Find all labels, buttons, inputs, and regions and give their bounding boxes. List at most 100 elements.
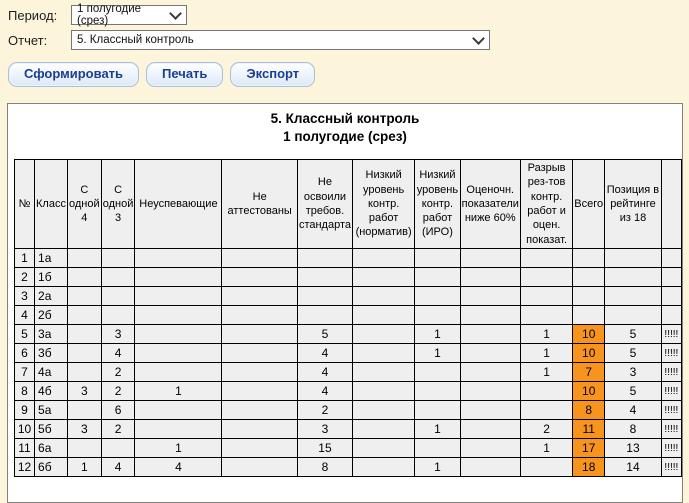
- warning-cell: !!!!!: [660, 400, 683, 420]
- table-cell: [519, 305, 574, 325]
- table-cell: 2: [100, 381, 136, 401]
- warning-cell: !!!!!: [660, 438, 683, 458]
- table-cell: [296, 305, 353, 325]
- report-controls: Период: 1 полугодие (срез) Отчет: 5. Кла…: [0, 0, 689, 50]
- table-cell: [604, 248, 662, 268]
- table-cell: 4: [296, 362, 353, 382]
- table-cell: 1: [519, 438, 574, 458]
- report-table-body: 1 1а 2 1б 3 2а 4 2б 5 3а 3 5 1 1 10 5!!!!! 6 3б 4 4 1 1 10 5!!!…: [13, 248, 683, 477]
- table-cell: [351, 362, 416, 382]
- table-cell: [519, 457, 574, 477]
- report-title: 5. Классный контроль 1 полугодие (срез): [8, 110, 682, 146]
- table-cell: [66, 286, 102, 306]
- table-cell: 6а: [34, 438, 68, 458]
- column-header-not-certified: Не аттестованы: [221, 159, 298, 249]
- table-cell: [351, 457, 416, 477]
- table-cell: [351, 343, 416, 363]
- warning-cell: !!!!!: [660, 381, 683, 401]
- table-cell: [221, 286, 298, 306]
- chevron-down-icon: [472, 31, 485, 45]
- column-header-rating-position: Позиция в рейтинге из 18: [604, 159, 662, 249]
- table-cell: [351, 381, 416, 401]
- table-cell: 4: [604, 400, 662, 420]
- period-row: Период: 1 полугодие (срез): [8, 3, 689, 27]
- warning-cell: [660, 267, 683, 287]
- table-cell: [459, 324, 521, 344]
- table-cell: 2б: [34, 305, 68, 325]
- warning-cell: !!!!!: [660, 362, 683, 382]
- table-cell: 8: [572, 400, 606, 420]
- table-cell: [100, 248, 136, 268]
- table-cell: [351, 438, 416, 458]
- table-cell: [351, 248, 416, 268]
- table-cell: [351, 267, 416, 287]
- table-cell: [296, 248, 353, 268]
- export-button[interactable]: Экспорт: [230, 62, 316, 87]
- table-cell: 3: [13, 286, 36, 306]
- table-cell: [134, 286, 223, 306]
- table-cell: 1а: [34, 248, 68, 268]
- table-cell: [221, 419, 298, 439]
- table-cell: 2: [296, 400, 353, 420]
- column-header-low-level-normative: Низкий уровень контр. работ (норматив): [351, 159, 416, 249]
- table-cell: 1: [134, 381, 223, 401]
- table-cell: [221, 343, 298, 363]
- table-cell: [519, 381, 574, 401]
- table-cell: [572, 267, 606, 287]
- table-cell: 1: [519, 324, 574, 344]
- table-cell: [459, 438, 521, 458]
- table-cell: [459, 381, 521, 401]
- table-cell: [414, 400, 461, 420]
- table-cell: [100, 267, 136, 287]
- table-cell: [604, 267, 662, 287]
- table-cell: 10: [572, 324, 606, 344]
- table-cell: [459, 286, 521, 306]
- table-row: 8 4б 3 2 1 4 10 5!!!!!: [13, 381, 683, 401]
- table-cell: 11: [572, 419, 606, 439]
- column-header-one-four: С одной 4: [66, 159, 102, 249]
- table-row: 1 1а: [13, 248, 683, 268]
- table-cell: 5: [604, 381, 662, 401]
- table-cell: 13: [604, 438, 662, 458]
- table-cell: [604, 305, 662, 325]
- table-cell: [519, 286, 574, 306]
- print-button[interactable]: Печать: [146, 62, 224, 87]
- table-cell: [572, 305, 606, 325]
- table-cell: [134, 419, 223, 439]
- column-header-total: Всего: [572, 159, 606, 249]
- table-cell: 6: [13, 343, 36, 363]
- table-row: 6 3б 4 4 1 1 10 5!!!!!: [13, 343, 683, 363]
- table-cell: [221, 457, 298, 477]
- report-select[interactable]: 5. Классный контроль: [71, 30, 490, 50]
- column-header-class: Класс: [34, 159, 68, 249]
- table-cell: [221, 305, 298, 325]
- table-cell: 1: [66, 457, 102, 477]
- table-cell: 8: [604, 419, 662, 439]
- table-cell: [414, 305, 461, 325]
- table-cell: [221, 362, 298, 382]
- warning-cell: [660, 248, 683, 268]
- table-cell: [134, 362, 223, 382]
- table-cell: 1б: [34, 267, 68, 287]
- table-cell: 11: [13, 438, 36, 458]
- table-cell: 2: [13, 267, 36, 287]
- warning-cell: !!!!!: [660, 419, 683, 439]
- warning-cell: !!!!!: [660, 324, 683, 344]
- table-cell: [66, 343, 102, 363]
- table-cell: [459, 343, 521, 363]
- table-cell: 3: [604, 362, 662, 382]
- table-cell: [66, 248, 102, 268]
- generate-button[interactable]: Сформировать: [8, 62, 140, 87]
- table-cell: [351, 419, 416, 439]
- table-row: 9 5а 6 2 8 4!!!!!: [13, 400, 683, 420]
- table-cell: [414, 248, 461, 268]
- column-header-failing: Неуспевающие: [134, 159, 223, 249]
- table-cell: [572, 248, 606, 268]
- header-row: № Класс С одной 4 С одной 3 Неуспевающие…: [13, 159, 683, 249]
- table-cell: 17: [572, 438, 606, 458]
- column-header-low-level-iro: Низкий уровень контр. работ (ИРО): [414, 159, 461, 249]
- chevron-down-icon: [169, 6, 182, 20]
- warning-cell: [660, 286, 683, 306]
- table-cell: 8: [13, 381, 36, 401]
- period-select[interactable]: 1 полугодие (срез): [71, 3, 187, 27]
